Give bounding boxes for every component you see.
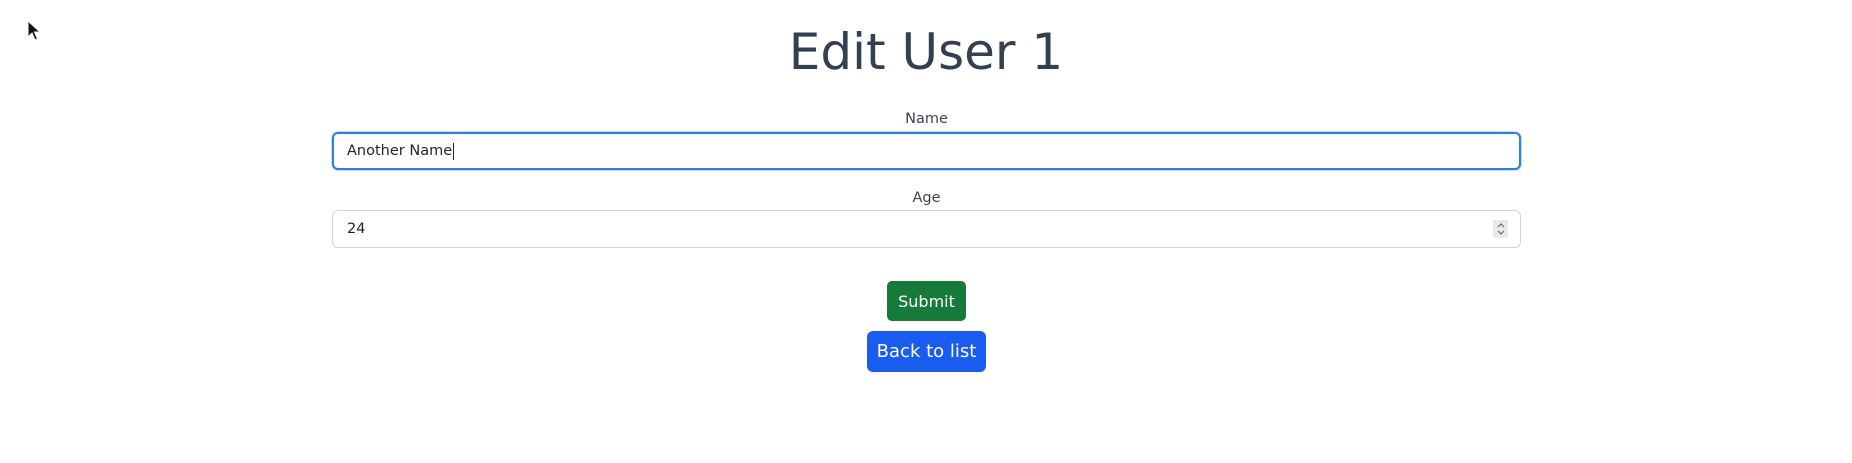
name-field[interactable]: Another Name [332,132,1521,170]
age-field-value: 24 [347,221,366,237]
back-to-list-button[interactable]: Back to list [867,331,986,372]
name-label: Name [905,111,948,127]
name-field-value: Another Name [347,143,453,159]
text-caret [453,142,455,160]
submit-button[interactable]: Submit [887,281,966,321]
age-label: Age [912,190,941,206]
age-field[interactable]: 24 [332,210,1521,248]
page-title: Edit User 1 [788,23,1064,81]
chevron-down-icon[interactable] [1497,230,1505,235]
page: Edit User 1 Name Another Name Age 24 Sub… [0,0,1852,463]
chevron-up-icon[interactable] [1497,223,1505,228]
age-stepper[interactable] [1493,220,1508,238]
